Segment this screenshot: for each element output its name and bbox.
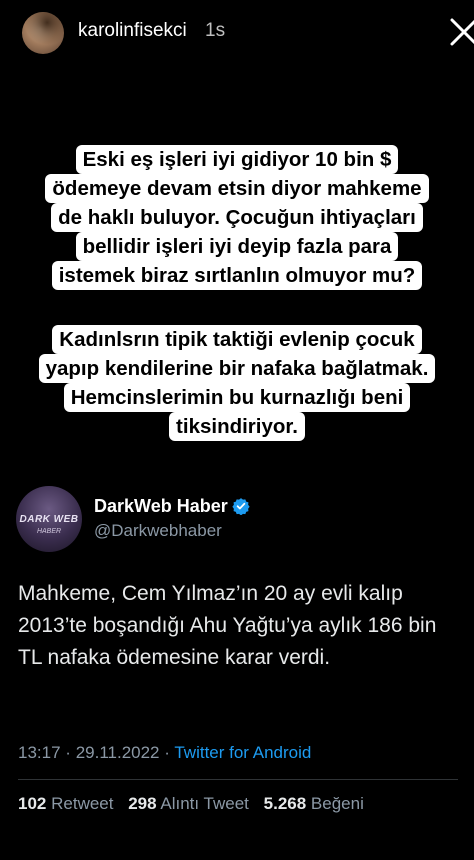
like-count[interactable]: 5.268 Beğeni: [264, 794, 364, 813]
caption-line: tiksindiriyor.: [169, 412, 305, 441]
close-button[interactable]: [448, 14, 474, 50]
tweet-date: 29.11.2022: [75, 743, 160, 762]
caption-line: istemek biraz sırtlanlın olmuyor mu?: [51, 261, 423, 290]
tweet-author-avatar[interactable]: DARK WEB HABER: [16, 486, 82, 552]
story-username[interactable]: karolinfisekci: [78, 20, 187, 42]
story-time: 1s: [205, 20, 226, 41]
divider: [18, 779, 458, 780]
tweet-author-name[interactable]: DarkWeb Haber: [94, 496, 228, 517]
caption-paragraph-2: Kadınlsrın tipik taktiği evlenip çocuk y…: [0, 325, 474, 441]
caption-line: Kadınlsrın tipik taktiği evlenip çocuk: [52, 325, 422, 354]
caption-line: de haklı buluyor. Çocuğun ihtiyaçları: [51, 203, 423, 232]
retweet-number: 102: [18, 794, 47, 813]
close-icon: [450, 18, 474, 46]
tweet-stats: 102 Retweet 298 Alıntı Tweet 5.268 Beğen…: [18, 794, 374, 814]
story-user-avatar[interactable]: [22, 12, 64, 54]
avatar-logo-text: DARK WEB: [19, 514, 79, 525]
caption-line: yapıp kendilerine bir nafaka bağlatmak.: [38, 354, 436, 383]
caption-line: ödemeye devam etsin diyor mahkeme: [45, 174, 429, 203]
story-header: karolinfisekci 1s: [0, 0, 474, 70]
quote-label: Alıntı Tweet: [160, 794, 249, 813]
avatar-photo: [22, 12, 64, 54]
tweet-metadata: 13:17 · 29.11.2022 · Twitter for Android: [18, 743, 311, 763]
meta-separator: ·: [65, 743, 71, 762]
meta-separator: ·: [164, 743, 170, 762]
like-label: Beğeni: [310, 794, 364, 813]
retweet-count[interactable]: 102 Retweet: [18, 794, 113, 813]
tweet-text: Mahkeme, Cem Yılmaz’ın 20 ay evli kalıp …: [18, 582, 437, 669]
caption-line: Hemcinslerimin bu kurnazlığı beni: [63, 383, 411, 412]
caption-line: bellidir işleri iyi deyip fazla para: [75, 232, 399, 261]
quote-number: 298: [128, 794, 157, 813]
avatar-logo-subtext: HABER: [36, 528, 62, 535]
tweet-author-handle[interactable]: @Darkwebhaber: [94, 521, 222, 541]
tweet-time: 13:17: [18, 743, 61, 762]
quote-count[interactable]: 298 Alıntı Tweet: [128, 794, 249, 813]
caption-paragraph-1: Eski eş işleri iyi gidiyor 10 bin $ ödem…: [0, 145, 474, 290]
tweet-source-link[interactable]: Twitter for Android: [174, 743, 311, 762]
like-number: 5.268: [263, 794, 307, 813]
caption-line: Eski eş işleri iyi gidiyor 10 bin $: [75, 145, 399, 174]
verified-badge-icon: [232, 498, 250, 515]
retweet-label: Retweet: [51, 794, 114, 813]
